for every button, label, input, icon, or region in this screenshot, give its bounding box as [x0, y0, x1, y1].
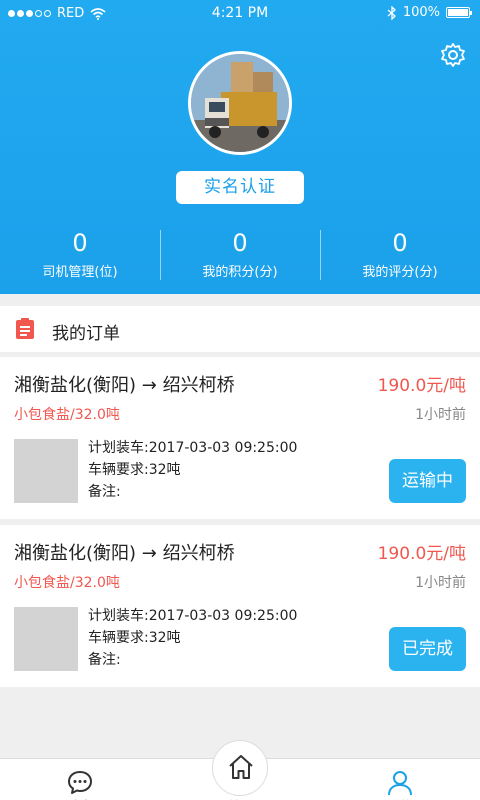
order-price: 190.0元/吨	[377, 544, 466, 564]
order-time: 1小时前	[415, 407, 466, 423]
order-thumbnail	[14, 439, 78, 503]
vehicle-label: 车辆要求:	[88, 630, 149, 646]
avatar[interactable]	[188, 51, 292, 155]
user-icon	[388, 771, 412, 796]
order-card[interactable]: 湘衡盐化(衡阳) → 绍兴柯桥 190.0元/吨 小包食盐/32.0吨 1小时前…	[0, 357, 480, 519]
message-icon	[68, 771, 92, 794]
section-title: 我的订单	[52, 324, 120, 344]
real-name-auth-button[interactable]: 实名认证	[176, 171, 304, 204]
stat-label: 我的积分(分)	[202, 265, 278, 280]
order-cargo: 小包食盐/32.0吨	[14, 575, 120, 591]
home-icon	[229, 755, 253, 779]
order-info: 计划装车:2017-03-03 09:25:00 车辆要求:32吨 备注:	[88, 605, 297, 671]
vehicle-value: 32吨	[148, 462, 181, 478]
plan-value: 2017-03-03 09:25:00	[148, 608, 298, 624]
status-button[interactable]: 运输中	[389, 459, 466, 503]
home-button[interactable]	[212, 740, 268, 796]
order-route: 湘衡盐化(衡阳) → 绍兴柯桥	[14, 375, 235, 396]
note-label: 备注:	[88, 484, 121, 500]
plan-label: 计划装车:	[88, 608, 149, 624]
my-orders-header[interactable]: 我的订单	[0, 306, 480, 352]
stat-driver-management[interactable]: 0 司机管理(位)	[0, 228, 160, 284]
order-card[interactable]: 湘衡盐化(衡阳) → 绍兴柯桥 190.0元/吨 小包食盐/32.0吨 1小时前…	[0, 525, 480, 687]
tab-messages[interactable]: 消息	[0, 759, 160, 800]
bluetooth-icon	[387, 5, 396, 20]
profile-header: RED 4:21 PM 100% 实名认证 0 司机管理(位) 0 我的积分(分…	[0, 0, 480, 294]
stat-my-points[interactable]: 0 我的积分(分)	[160, 228, 320, 284]
order-thumbnail	[14, 607, 78, 671]
stat-value: 0	[232, 229, 248, 257]
settings-gear-icon[interactable]	[440, 42, 466, 68]
stat-my-rating[interactable]: 0 我的评分(分)	[320, 228, 480, 284]
truck-photo	[191, 54, 289, 152]
vehicle-value: 32吨	[148, 630, 181, 646]
status-button[interactable]: 已完成	[389, 627, 466, 671]
note-label: 备注:	[88, 652, 121, 668]
stat-value: 0	[72, 229, 88, 257]
stat-label: 司机管理(位)	[42, 265, 118, 280]
stats-row: 0 司机管理(位) 0 我的积分(分) 0 我的评分(分)	[0, 228, 480, 284]
order-cargo: 小包食盐/32.0吨	[14, 407, 120, 423]
battery-percent: 100%	[402, 5, 440, 20]
plan-value: 2017-03-03 09:25:00	[148, 440, 298, 456]
tab-profile[interactable]: 我的	[320, 759, 480, 800]
vehicle-label: 车辆要求:	[88, 462, 149, 478]
plan-label: 计划装车:	[88, 440, 149, 456]
order-info: 计划装车:2017-03-03 09:25:00 车辆要求:32吨 备注:	[88, 437, 297, 503]
clipboard-icon	[16, 318, 34, 339]
stat-value: 0	[392, 229, 408, 257]
order-price: 190.0元/吨	[377, 376, 466, 396]
order-time: 1小时前	[415, 575, 466, 591]
status-bar: RED 4:21 PM 100%	[0, 0, 480, 28]
stat-label: 我的评分(分)	[362, 265, 438, 280]
battery-icon	[446, 7, 472, 18]
order-route: 湘衡盐化(衡阳) → 绍兴柯桥	[14, 543, 235, 564]
